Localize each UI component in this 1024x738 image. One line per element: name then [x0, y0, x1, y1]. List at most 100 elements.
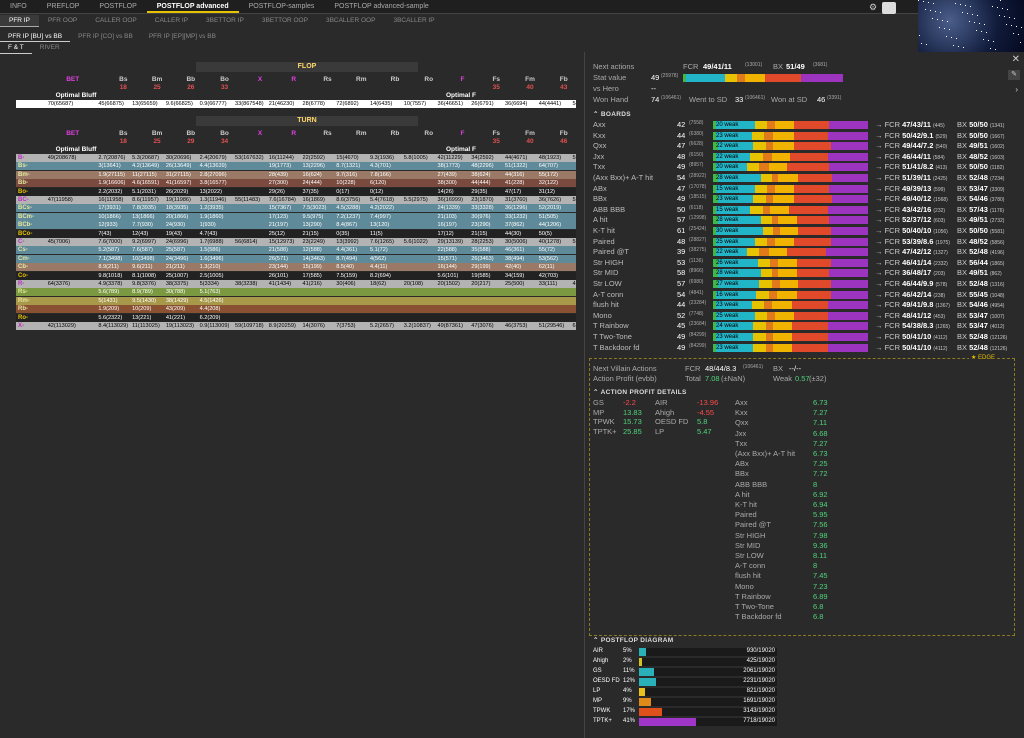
board-name: T Rainbow	[593, 321, 629, 331]
table-cell: 47(11958)	[47, 197, 73, 203]
table-cell: 21(197)	[268, 222, 289, 229]
bar-segment	[829, 163, 868, 172]
street-tab[interactable]: RIVER	[32, 43, 68, 54]
board-bar: 15 weak	[713, 184, 868, 193]
bar-segment	[773, 343, 793, 352]
position-tab[interactable]: CALLER OOP	[86, 15, 146, 27]
pin-icon[interactable]: ✎	[1008, 70, 1020, 80]
bar-segment	[768, 163, 788, 172]
table-cell: 10(3498)	[132, 255, 155, 262]
diagram-percent: 5%	[623, 648, 632, 654]
bar-segment	[792, 343, 828, 352]
table-cell: 10(209)	[132, 306, 152, 313]
board-bar: 26 weak	[713, 258, 868, 267]
bar-label: 20 weak	[716, 164, 739, 171]
table-cell: 35(588)	[471, 247, 491, 254]
table-cell: 9.8(1018)	[98, 272, 123, 279]
position-tab[interactable]: 3BETTOR OOP	[253, 15, 317, 27]
position-tab[interactable]: PFR IP	[0, 15, 39, 27]
nav-tab[interactable]: POSTFLOP advanced-sample	[324, 0, 438, 13]
bar-segment	[793, 195, 833, 204]
diagram-row: TPWK 17% 3143/19020	[593, 708, 1013, 716]
board-value: 49	[677, 194, 686, 204]
table-cell: 7.5(3023)	[302, 205, 327, 212]
ap-board-value: 6.73	[813, 449, 828, 458]
bar-segment	[778, 258, 797, 267]
table-cell: 21(211)	[165, 264, 185, 271]
nav-tab[interactable]: POSTFLOP-samples	[239, 0, 325, 13]
window-icon[interactable]	[882, 2, 896, 14]
board-count: (4841)	[689, 289, 704, 296]
table-cell: 33(111)	[538, 281, 558, 287]
board-row: Mono 52 (7748) 25 weak → FCR 48/41/12 (453) B…	[593, 311, 1013, 322]
bar-segment	[759, 280, 772, 288]
board-bar: 23 weak	[713, 343, 868, 352]
percent-cell: 35	[492, 84, 500, 91]
board-bar: 23 weak	[713, 301, 868, 310]
column-header: Bo	[220, 130, 229, 137]
bar-segment	[774, 184, 794, 193]
nav-tab[interactable]: POSTFLOP	[89, 0, 146, 13]
bar-segment	[767, 237, 775, 246]
board-fcr: → FCR 50/41/10 (4112)	[875, 342, 948, 352]
position-tab[interactable]: 3BETTOR IP	[197, 15, 253, 27]
position-tab[interactable]: 3BCALLER IP	[384, 15, 443, 27]
diagram-percent: 2%	[623, 658, 632, 664]
action-profit-details-header[interactable]: ⌃ ACTION PROFIT DETAILS	[593, 388, 687, 396]
bar-segment	[830, 237, 868, 246]
table-cell: 52(2978)	[572, 197, 577, 203]
bar-label: 30 weak	[716, 228, 739, 234]
nav-tab[interactable]: INFO	[0, 0, 37, 13]
board-count: (6980)	[689, 279, 704, 285]
table-cell: 38(1773)	[437, 163, 460, 170]
street-tab[interactable]: F & T	[0, 43, 32, 54]
position-tab[interactable]: PFR OOP	[39, 15, 86, 27]
board-count: (6118)	[689, 204, 704, 211]
table-cell: 4.4(13639)	[199, 163, 227, 170]
board-fcr: → FCR 46/44/11 (584)	[875, 151, 945, 161]
matchup-tab[interactable]: PFR IP [CO] vs BB	[70, 31, 141, 42]
boards-header[interactable]: ⌃ BOARDS	[593, 110, 631, 118]
board-bx: BX 52/48 (4196)	[957, 247, 1005, 257]
board-value: 47	[677, 141, 686, 151]
table-cell: 1.9(1860)	[199, 213, 224, 220]
matchup-tab[interactable]: PFR IP [EP][MP] vs BB	[141, 31, 224, 42]
table-cell: 8.9(211)	[98, 264, 119, 271]
row-label: Ro-	[18, 314, 28, 321]
table-cell: 23(144)	[268, 264, 289, 271]
nav-tab[interactable]: POSTFLOP advanced	[146, 0, 239, 13]
table-cell: 24(1339)	[437, 205, 460, 212]
table-cell: 17(3931)	[98, 205, 121, 212]
board-name: A-T conn	[593, 289, 624, 299]
close-icon[interactable]: ✕	[1012, 54, 1020, 65]
column-header: Bo	[220, 76, 229, 83]
postflop-diagram-header[interactable]: ⌃ POSTFLOP DIAGRAM	[593, 636, 673, 644]
board-name: flush hit	[593, 300, 619, 310]
table-cell: 13(2022)	[199, 188, 222, 195]
table-cell: 38(3238)	[235, 281, 258, 287]
table-cell: 5.1(763)	[199, 289, 221, 296]
row-label: R-	[18, 281, 25, 287]
board-row: ABB BBB 50 (6118) 15 weak → FCR 43/42/16 (23…	[593, 205, 1013, 216]
table-cell: 55(11483)	[235, 197, 261, 203]
board-name: Paired	[593, 236, 615, 246]
position-tab[interactable]: CALLER IP	[146, 15, 197, 27]
table-cell: 41(228)	[505, 180, 525, 187]
ap-board-name: Str LOW	[735, 551, 764, 560]
chevron-right-icon[interactable]: ›	[1015, 85, 1018, 94]
matchup-tab[interactable]: PFR IP [BU] vs BB	[0, 31, 71, 42]
table-cell: 33(1232)	[505, 213, 528, 220]
column-header: Bb	[186, 130, 196, 137]
settings-icon[interactable]: ⚙	[869, 2, 879, 12]
table-cell: 16(1869)	[302, 197, 325, 203]
table-cell: 11(113025)	[132, 323, 160, 329]
ap-board-name: Kxx	[735, 408, 748, 418]
bar-segment	[798, 227, 831, 235]
position-tab[interactable]: 3BCALLER OOP	[317, 15, 385, 27]
ap-board-name: A hit	[735, 489, 750, 499]
table-cell: 26(3463)	[471, 255, 494, 262]
table-cell: 19(113023)	[165, 323, 195, 329]
nav-tab[interactable]: PREFLOP	[37, 0, 90, 13]
diagram-name: TPTK+	[593, 718, 612, 724]
bar-segment	[759, 163, 769, 172]
